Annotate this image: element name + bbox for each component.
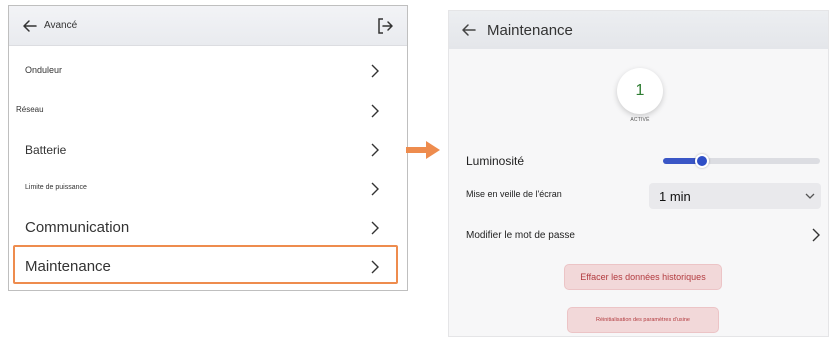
logout-icon[interactable] <box>375 16 395 36</box>
menu-item-reseau[interactable]: Réseau <box>9 94 407 126</box>
header-bar: Avancé <box>9 6 407 46</box>
select-value: 1 min <box>659 189 691 204</box>
chevron-right-icon <box>371 143 379 157</box>
brightness-slider[interactable] <box>663 154 820 168</box>
chevron-down-icon <box>805 193 815 199</box>
menu-item-batterie[interactable]: Batterie <box>9 134 407 166</box>
menu-item-label: Batterie <box>25 143 67 157</box>
header-bar: Maintenance <box>449 11 828 49</box>
clear-history-button[interactable]: Effacer les données historiques <box>564 264 722 290</box>
menu-item-communication[interactable]: Communication <box>9 212 407 244</box>
menu-item-label: Onduleur <box>25 65 63 75</box>
chevron-right-icon <box>371 104 379 118</box>
chevron-right-icon <box>371 182 379 196</box>
chevron-right-icon <box>371 64 379 78</box>
brightness-label: Luminosité <box>466 154 525 168</box>
chevron-right-icon <box>371 221 379 235</box>
page-title: Avancé <box>44 20 78 31</box>
arrow-right-icon <box>406 141 440 159</box>
settings-advanced-panel: Avancé Onduleur Réseau Batterie Limite d… <box>8 5 408 291</box>
status-label: ACTIVÉ <box>630 117 650 123</box>
menu-item-label: Réseau <box>16 105 44 114</box>
chevron-right-icon[interactable] <box>811 228 821 242</box>
menu-item-label: Communication <box>25 219 130 236</box>
chevron-right-icon <box>371 260 379 274</box>
factory-reset-button[interactable]: Réinitialisation des paramètres d'usine <box>567 307 719 333</box>
menu-item-onduleur[interactable]: Onduleur <box>9 54 407 86</box>
arrow-left-icon[interactable] <box>20 16 40 36</box>
slider-thumb[interactable] <box>695 154 709 168</box>
screen-sleep-label: Mise en veille de l'écran <box>466 189 562 199</box>
change-password-label[interactable]: Modifier le mot de passe <box>466 230 575 241</box>
menu-item-limite-puissance[interactable]: Limite de puissance <box>9 174 407 206</box>
maintenance-panel: Maintenance 1 ACTIVÉ Luminosité Mise en … <box>448 10 829 337</box>
menu-item-maintenance[interactable]: Maintenance <box>9 252 407 284</box>
menu-item-label: Limite de puissance <box>25 184 87 191</box>
menu-item-label: Maintenance <box>25 258 111 275</box>
status-indicator: 1 <box>617 68 663 114</box>
arrow-left-icon[interactable] <box>459 20 479 40</box>
screen-sleep-select[interactable]: 1 min <box>649 183 821 209</box>
page-title: Maintenance <box>487 22 573 39</box>
